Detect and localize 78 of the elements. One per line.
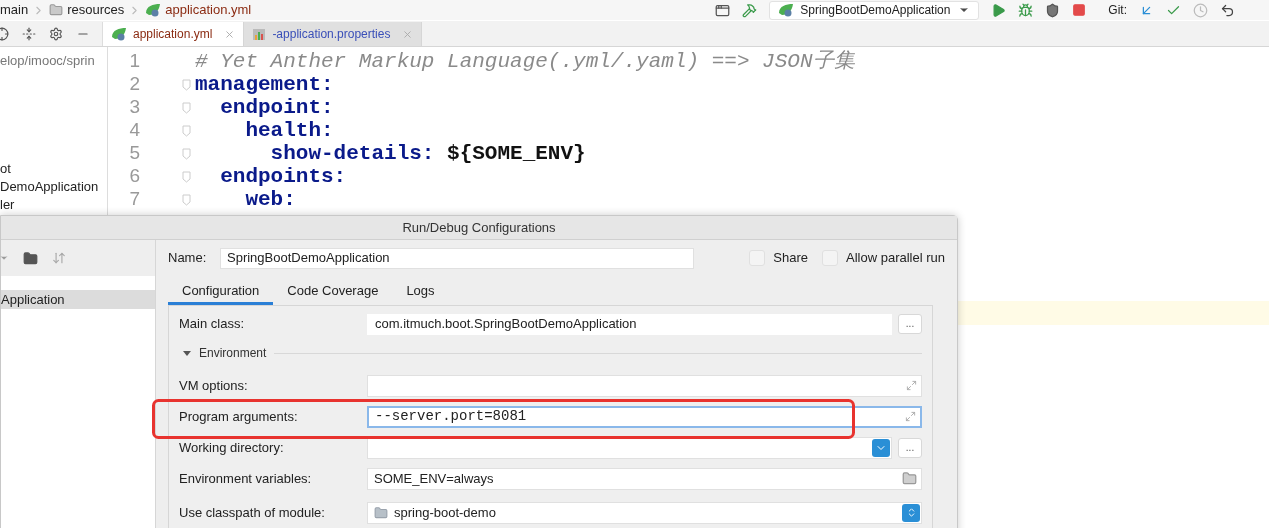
tree-item[interactable]: DemoApplication [0,178,107,196]
code-line: management: [195,73,334,96]
git-label: Git: [1108,2,1127,19]
code-line: endpoints: [219,165,347,188]
folder-icon[interactable] [902,471,917,486]
collapse-icon[interactable] [22,27,36,41]
settings-icon[interactable] [49,27,63,41]
main-class-field[interactable]: com.itmuch.boot.SpringBootDemoApplication [367,313,892,335]
fold-marker-icon[interactable] [182,124,191,137]
terminal-icon[interactable] [715,2,731,18]
folder-icon [374,505,388,520]
input-field[interactable] [367,374,922,397]
field-label: Name: [168,249,208,268]
hammer-icon[interactable] [742,2,758,18]
field-label: Working directory: [179,438,285,457]
fold-marker-icon[interactable] [182,147,191,160]
input-field[interactable]: spring-boot-demo [367,501,922,524]
browse-button[interactable]: ... [898,437,922,458]
dialog-tab[interactable]: Code Coverage [273,279,393,305]
close-icon[interactable] [402,28,414,40]
tree-item[interactable]: elop/imooc/sprin [0,52,107,70]
play-icon[interactable] [991,2,1007,18]
stepper-icon[interactable] [902,503,920,522]
line-number: 2 [128,72,141,97]
fold-marker-icon[interactable] [182,101,191,114]
editor-tab[interactable]: -application.properties [244,22,423,46]
line-number: 3 [128,95,141,120]
leaf-icon [145,3,162,17]
dropdown-icon[interactable] [872,438,890,457]
expand-icon[interactable] [906,380,917,391]
breadcrumb-item[interactable]: resources [67,0,125,20]
sort-icon[interactable] [52,251,66,265]
breadcrumb-item[interactable]: application.yml [165,0,252,20]
spring-icon [778,3,795,17]
editor-tab[interactable]: application.yml [103,22,245,46]
fold-marker-icon[interactable] [182,78,191,91]
line-number: 4 [128,118,141,143]
folder-icon [49,3,64,17]
code-line: web: [244,188,296,211]
field-label: Environment variables: [179,469,313,488]
input-field[interactable]: --server.port=8081 [367,405,922,428]
expand-icon[interactable] [905,411,916,422]
checkbox-label: Allow parallel run [846,249,945,268]
field-label: Main class: [179,315,246,334]
line-number: 5 [128,141,141,166]
field-label: Program arguments: [179,407,299,426]
run-config-dropdown[interactable]: SpringBootDemoApplication [769,0,980,20]
code-line: health: [244,119,334,142]
section-title: Environment [199,345,267,362]
undo-icon[interactable] [1220,2,1235,18]
disclosure-icon[interactable] [183,349,191,357]
field-label: VM options: [179,376,249,395]
dialog-title: Run/Debug Configurations [402,218,556,237]
close-icon[interactable] [224,28,236,40]
code-line: endpoint: [219,96,334,119]
code-line: # Yet Anther Markup Language(.yml/.yaml) ==> JSON子集 [195,50,855,73]
stop-icon[interactable] [1072,3,1087,17]
fold-marker-icon[interactable] [182,170,191,183]
input-field[interactable]: SOME_ENV=always [367,467,922,490]
fold-marker-icon[interactable] [182,193,191,206]
line-number: 6 [128,164,141,189]
history-icon[interactable] [1193,2,1208,18]
name-field[interactable]: SpringBootDemoApplication [220,247,694,269]
caret-icon[interactable] [0,253,9,263]
bug-icon[interactable] [1018,2,1034,18]
bar-chart-icon [252,27,267,41]
line-number: 7 [128,187,141,212]
browse-button[interactable]: ... [898,314,922,334]
tree-item[interactable]: ler [0,196,107,214]
breadcrumb-item[interactable]: main [0,0,29,20]
dialog-tab[interactable]: Logs [392,279,449,305]
tree-item[interactable]: ot [0,160,107,178]
config-list-item[interactable]: Application [1,290,155,309]
code-line: show-details: ${SOME_ENV} [269,142,586,165]
field-label: Use classpath of module: [179,503,326,522]
line-number: 1 [128,49,141,74]
checkbox-label: Share [773,249,808,268]
leaf-icon [111,27,127,41]
